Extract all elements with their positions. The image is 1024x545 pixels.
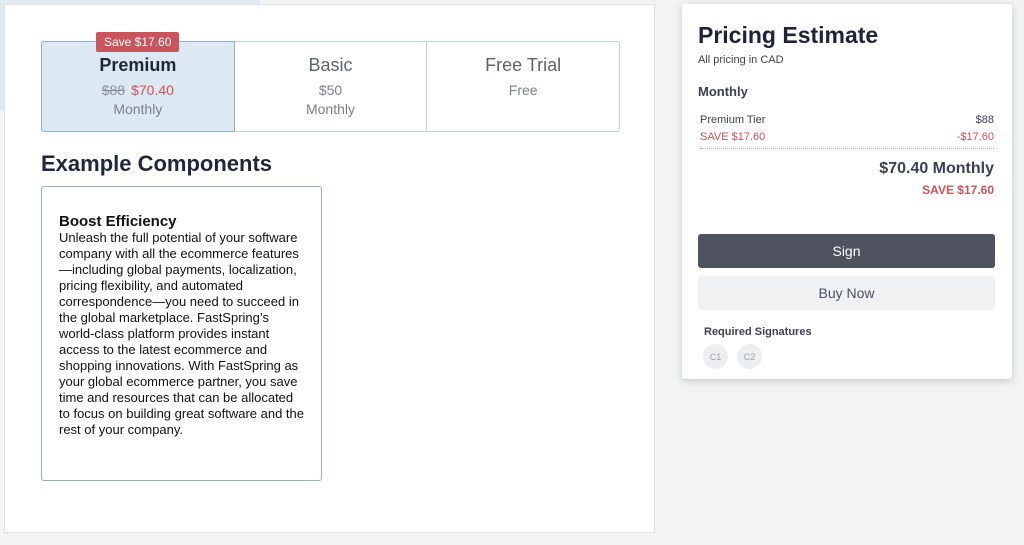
required-signatures-label: Required Signatures (704, 326, 812, 338)
signature-avatar[interactable]: C2 (737, 344, 762, 369)
tier-price: $50 (318, 82, 343, 98)
pricing-tiers: Save $17.60 Premium $88 $70.40 Monthly Ba… (41, 32, 620, 132)
feature-card: Boost Efficiency Unleash the full potent… (41, 186, 322, 481)
tier-name: Premium (99, 55, 177, 75)
signature-list: C1 C2 (703, 344, 762, 369)
tier-free-trial[interactable]: Free Trial Free (427, 42, 619, 131)
tier-period: Monthly (113, 101, 163, 117)
feature-title: Boost Efficiency (59, 213, 177, 230)
estimate-subtitle: All pricing in CAD (698, 54, 784, 66)
signature-avatar[interactable]: C1 (703, 344, 728, 369)
tier-price: Free (508, 82, 538, 98)
tier-premium[interactable]: Save $17.60 Premium $88 $70.40 Monthly (41, 32, 235, 132)
total-savings: SAVE $17.60 (922, 183, 994, 197)
section-title: Example Components (41, 151, 273, 176)
discounted-price: $70.40 (131, 82, 174, 98)
line-item-value: $88 (975, 114, 994, 126)
tier-period: Monthly (305, 101, 356, 117)
discount-label: SAVE $17.60 (700, 131, 766, 143)
tier-price: $88 $70.40 (42, 82, 234, 98)
tier-basic[interactable]: Basic $50 Monthly (235, 42, 428, 131)
tier-name: Free Trial (485, 55, 562, 75)
divider (700, 148, 994, 149)
discount-value: -$17.60 (956, 131, 994, 143)
feature-body: Unleash the full potential of your softw… (59, 230, 304, 437)
sign-button[interactable]: Sign (698, 234, 995, 268)
original-price: $88 (101, 82, 126, 98)
main-panel: Save $17.60 Premium $88 $70.40 Monthly Ba… (4, 4, 655, 533)
tier-name: Basic (308, 55, 353, 75)
buy-now-button[interactable]: Buy Now (698, 276, 995, 310)
total-price: $70.40 Monthly (879, 160, 994, 177)
line-item-label: Premium Tier (700, 114, 766, 126)
save-badge: Save $17.60 (96, 32, 180, 52)
estimate-period: Monthly (698, 84, 748, 99)
estimate-title: Pricing Estimate (698, 22, 879, 48)
pricing-estimate-panel: Pricing Estimate All pricing in CAD Mont… (682, 4, 1012, 379)
discount-line: SAVE $17.60 -$17.60 (700, 131, 994, 143)
line-item: Premium Tier $88 (700, 114, 994, 126)
